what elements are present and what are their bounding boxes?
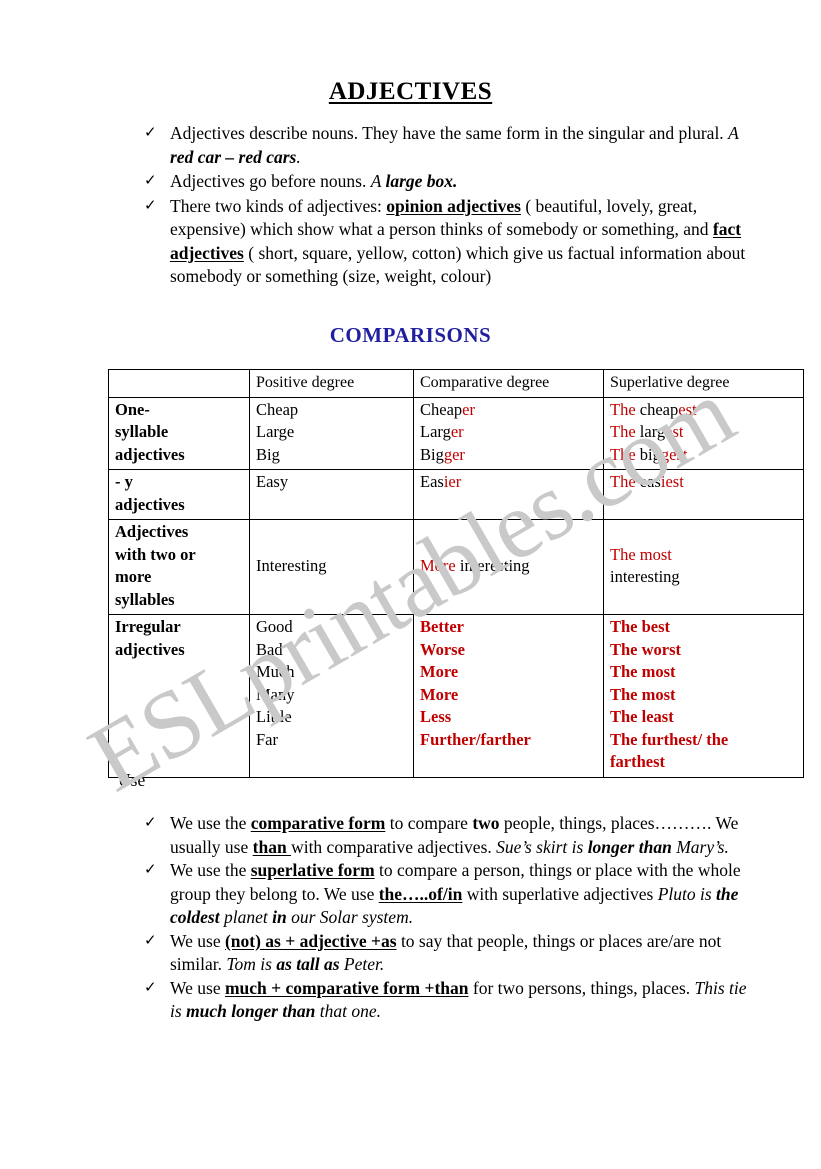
comparisons-heading: COMPARISONS [329, 323, 492, 347]
table-header-row: Positive degree Comparative degree Superla… [108, 369, 804, 398]
bullet-item: ✓ We use (not) as + adjective +as to say … [140, 930, 755, 977]
worksheet-page: ESLprintables.com ADJECTIVES ✓ Adjectives… [0, 0, 821, 1169]
row-positive: Easy [249, 469, 414, 520]
table-row: One-syllable adjectives Cheap Large Big Cheap… [108, 396, 804, 470]
row-category: - y adjectives [108, 469, 250, 520]
row-positive: Interesting [249, 519, 414, 615]
column-header-1: Positive degree [249, 369, 414, 398]
table-row: Adjectives with two or more syllables Intere… [108, 519, 804, 615]
row-positive: Good Bad Much Many Little Far [249, 614, 414, 778]
check-mark-icon: ✓ [144, 815, 157, 831]
row-superlative: The best The worst The most The most The lea… [603, 614, 804, 778]
row-category: Irregular adjectives [108, 614, 250, 778]
row-comparative: Better Worse More More Less Further/farther [413, 614, 604, 778]
check-mark-icon: ✓ [144, 932, 157, 949]
use-label: Use [118, 770, 146, 790]
intro-bullet-list: ✓ Adjectives describe nouns. They have th… [140, 122, 750, 290]
degrees-table: Positive degree Comparative degree Superla… [108, 369, 804, 778]
check-mark-icon: ✓ [144, 173, 157, 189]
row-superlative: The most interesting [603, 519, 804, 615]
bullet-text: We use much + comparative form +than for… [170, 977, 747, 1022]
row-comparative: Cheaper Larger Bigger [413, 396, 604, 470]
table-row: - y adjectives Easy Easier The easiest [108, 469, 804, 520]
row-comparative: Easier [413, 469, 604, 520]
column-header-0 [108, 369, 250, 398]
bullet-item: ✓ We use the comparative form to compare … [140, 812, 755, 859]
degrees-table-body: Positive degree Comparative degree Superla… [108, 369, 804, 778]
bullet-item: ✓ Adjectives go before nouns. A large box… [140, 170, 750, 194]
page-title: ADJECTIVES [0, 78, 821, 106]
use-bullet-list: ✓ We use the comparative form to compare … [140, 812, 755, 1024]
table-row: Irregular adjectives Good Bad Much Many Little… [108, 614, 804, 778]
row-category: Adjectives with two or more syllables [108, 519, 250, 615]
row-comparative: More interesting [413, 519, 604, 615]
row-positive: Cheap Large Big [249, 396, 414, 470]
bullet-text: Adjectives go before nouns. A large box. [170, 171, 458, 191]
bullet-text: Adjectives describe nouns. They have the… [170, 123, 739, 167]
bullet-text: We use the comparative form to compare t… [170, 813, 739, 857]
bullet-text: We use (not) as + adjective +as to say t… [170, 930, 722, 975]
bullet-text: There two kinds of adjectives: opinion a… [170, 195, 746, 287]
check-mark-icon: ✓ [144, 862, 157, 878]
bullet-item: ✓ We use the superlative form to compare … [140, 859, 755, 930]
bullet-text: We use the superlative form to compare a… [170, 860, 741, 927]
bullet-item: ✓ There two kinds of adjectives: opinion … [140, 195, 750, 289]
check-mark-icon: ✓ [144, 197, 157, 214]
bullet-item: ✓ Adjectives describe nouns. They have th… [140, 122, 750, 169]
page-title-text: ADJECTIVES [328, 78, 493, 105]
row-category: One-syllable adjectives [108, 396, 250, 470]
check-mark-icon: ✓ [144, 125, 157, 141]
column-header-2: Comparative degree [413, 369, 604, 398]
bullet-item: ✓ We use much + comparative form +than fo… [140, 977, 755, 1024]
check-mark-icon: ✓ [144, 979, 157, 996]
column-header-3: Superlative degree [603, 369, 804, 398]
row-superlative: The cheapest The largest The biggest [603, 396, 804, 470]
row-superlative: The easiest [603, 469, 804, 520]
